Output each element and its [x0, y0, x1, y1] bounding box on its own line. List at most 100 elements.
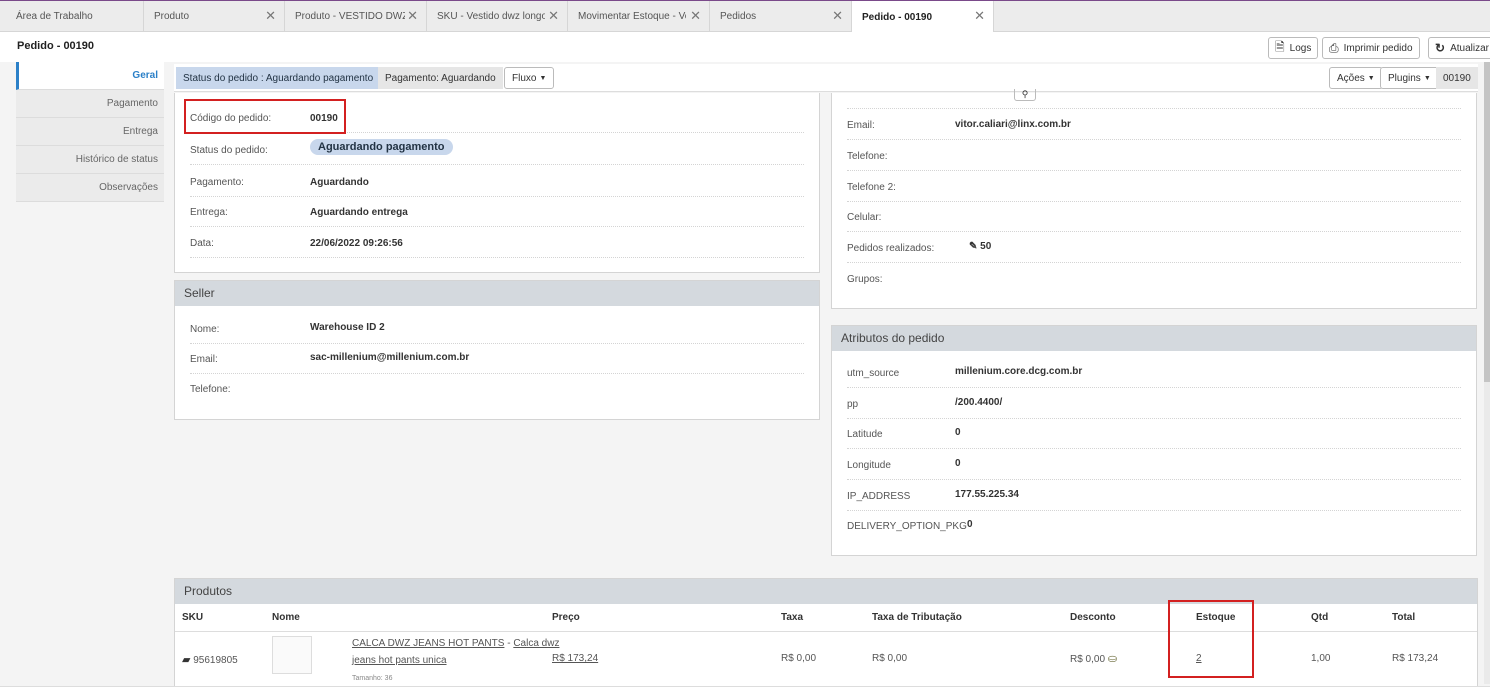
col-header-discount: Desconto [1070, 612, 1116, 623]
seller-email-label: Email: [190, 354, 218, 365]
close-icon[interactable]: ✕ [690, 8, 701, 24]
sku-cell: ▰ 95619805 [182, 653, 238, 666]
box-icon: ▰ [182, 654, 191, 666]
tab-pedido-00190[interactable]: Pedido - 00190 ✕ [852, 1, 994, 33]
orders-count[interactable]: ✎ 50 [969, 241, 991, 252]
payment-status-button[interactable]: Pagamento: Aguardando [378, 67, 503, 89]
attribute-key: pp [847, 399, 859, 410]
close-icon[interactable]: ✕ [265, 8, 276, 24]
logs-label: Logs [1289, 42, 1312, 54]
search-icon: ⚲ [1021, 89, 1029, 99]
caret-down-icon: ▼ [1423, 74, 1431, 82]
nav-item-geral[interactable]: Geral [16, 62, 164, 90]
search-customer-button[interactable]: ⚲ [1014, 89, 1036, 101]
close-icon[interactable]: ✕ [548, 8, 559, 24]
discount-cell: R$ 0,00 ⛀ [1070, 652, 1117, 665]
flow-dropdown[interactable]: Fluxo ▼ [504, 67, 555, 89]
product-thumbnail[interactable] [272, 636, 312, 674]
flow-label: Fluxo [512, 72, 537, 84]
customer-groups-label: Grupos: [847, 274, 883, 285]
product-name-cell: CALCA DWZ JEANS HOT PANTS - Calca dwz je… [352, 635, 559, 687]
product-variant-link[interactable]: Calca dwz [513, 638, 559, 649]
attribute-key: IP_ADDRESS [847, 491, 911, 502]
print-label: Imprimir pedido [1343, 42, 1413, 54]
highlight-box [1168, 600, 1254, 678]
tab-pedidos[interactable]: Pedidos ✕ [710, 1, 852, 32]
pencil-icon: ✎ [969, 241, 978, 252]
attribute-row: DELIVERY_OPTION_PKG 0 [847, 511, 1461, 541]
close-icon[interactable]: ✕ [407, 8, 418, 24]
discount-value: R$ 0,00 [1070, 654, 1106, 665]
attribute-row: utm_source millenium.core.dcg.com.br [847, 358, 1461, 388]
taxation-value: R$ 0,00 [872, 653, 908, 664]
attribute-key: utm_source [847, 368, 900, 379]
customer-email-row: Email: vitor.caliari@linx.com.br [847, 110, 1461, 140]
close-icon[interactable]: ✕ [832, 8, 843, 24]
attribute-value: 177.55.225.34 [955, 489, 1019, 500]
product-name-link[interactable]: CALCA DWZ JEANS HOT PANTS [352, 638, 504, 649]
tab-sku[interactable]: SKU - Vestido dwz longo l ✕ [427, 1, 568, 32]
attribute-row: pp /200.4400/ [847, 389, 1461, 419]
products-title: Produtos [175, 579, 1477, 604]
page-title: Pedido - 00190 [17, 40, 95, 52]
customer-phone2-label: Telefone 2: [847, 182, 896, 193]
price-value[interactable]: R$ 173,24 [552, 653, 598, 664]
print-order-button[interactable]: ⎙ Imprimir pedido [1322, 37, 1420, 59]
order-code-badge: 00190 [1436, 67, 1478, 89]
date-value: 22/06/2022 09:26:56 [310, 238, 403, 249]
nav-item-observacoes[interactable]: Observações [16, 174, 164, 202]
attributes-panel: Atributos do pedido utm_source millenium… [831, 325, 1477, 556]
divider [847, 108, 1461, 109]
qty-value: 1,00 [1311, 653, 1331, 664]
customer-cell-label: Celular: [847, 212, 882, 223]
attributes-title: Atributos do pedido [832, 326, 1476, 351]
tab-produto[interactable]: Produto ✕ [144, 1, 285, 32]
close-icon[interactable]: ✕ [974, 8, 985, 24]
attribute-value: /200.4400/ [955, 397, 1003, 408]
customer-panel: ⚲ Email: vitor.caliari@linx.com.br Telef… [831, 89, 1477, 309]
product-variant-link-cont[interactable]: jeans hot pants unica [352, 655, 447, 666]
attribute-key: Longitude [847, 460, 891, 471]
tab-bar: Área de Trabalho Produto ✕ Produto - VEST… [0, 0, 1490, 33]
refresh-button[interactable]: ↻ Atualizar [1428, 37, 1490, 59]
date-row: Data: 22/06/2022 09:26:56 [190, 228, 804, 258]
order-status-button[interactable]: Status do pedido : Aguardando pagamento [176, 67, 381, 89]
tab-movimentar-estoque[interactable]: Movimentar Estoque - Ve ✕ [568, 1, 710, 32]
plugins-dropdown[interactable]: Plugins ▼ [1380, 67, 1439, 89]
tab-produto-vestido[interactable]: Produto - VESTIDO DWZ L ✕ [285, 1, 427, 32]
tax-value: R$ 0,00 [781, 653, 817, 664]
printer-icon: ⎙ [1329, 40, 1339, 55]
customer-phone2-row: Telefone 2: [847, 172, 1461, 202]
delivery-label: Entrega: [190, 207, 228, 218]
seller-title: Seller [175, 281, 819, 306]
attribute-value: 0 [967, 519, 973, 530]
col-header-name: Nome [272, 612, 300, 623]
seller-name-row: Nome: Warehouse ID 2 [190, 314, 804, 344]
tab-label: Produto [154, 11, 190, 22]
nav-item-historico-status[interactable]: Histórico de status [16, 146, 164, 174]
col-header-sku: SKU [182, 612, 204, 623]
sku-value: 95619805 [193, 655, 238, 666]
scrollbar-thumb[interactable] [1484, 62, 1490, 382]
payment-label: Pagamento: [190, 177, 244, 188]
discount-icon[interactable]: ⛀ [1108, 653, 1117, 665]
total-value: R$ 173,24 [1392, 653, 1439, 664]
tab-desktop[interactable]: Área de Trabalho [6, 1, 144, 32]
customer-email-label: Email: [847, 120, 875, 131]
attribute-row: IP_ADDRESS 177.55.225.34 [847, 481, 1461, 511]
delivery-value: Aguardando entrega [310, 207, 408, 218]
delivery-row: Entrega: Aguardando entrega [190, 197, 804, 227]
customer-email-value: vitor.caliari@linx.com.br [955, 119, 1071, 130]
actions-dropdown[interactable]: Ações ▼ [1329, 67, 1383, 89]
tab-label: Área de Trabalho [16, 11, 93, 22]
attribute-value: 0 [955, 458, 961, 469]
logs-button[interactable]: 🗎 Logs [1268, 37, 1319, 59]
tab-label: Pedidos [720, 11, 757, 22]
col-header-price: Preço [552, 612, 580, 623]
orders-count-value: 50 [980, 241, 992, 252]
nav-item-entrega[interactable]: Entrega [16, 118, 164, 146]
col-header-tax: Taxa [781, 612, 804, 623]
nav-item-pagamento[interactable]: Pagamento [16, 90, 164, 118]
tab-label: Produto - VESTIDO DWZ L [295, 11, 405, 22]
name-separator: - [504, 638, 514, 649]
